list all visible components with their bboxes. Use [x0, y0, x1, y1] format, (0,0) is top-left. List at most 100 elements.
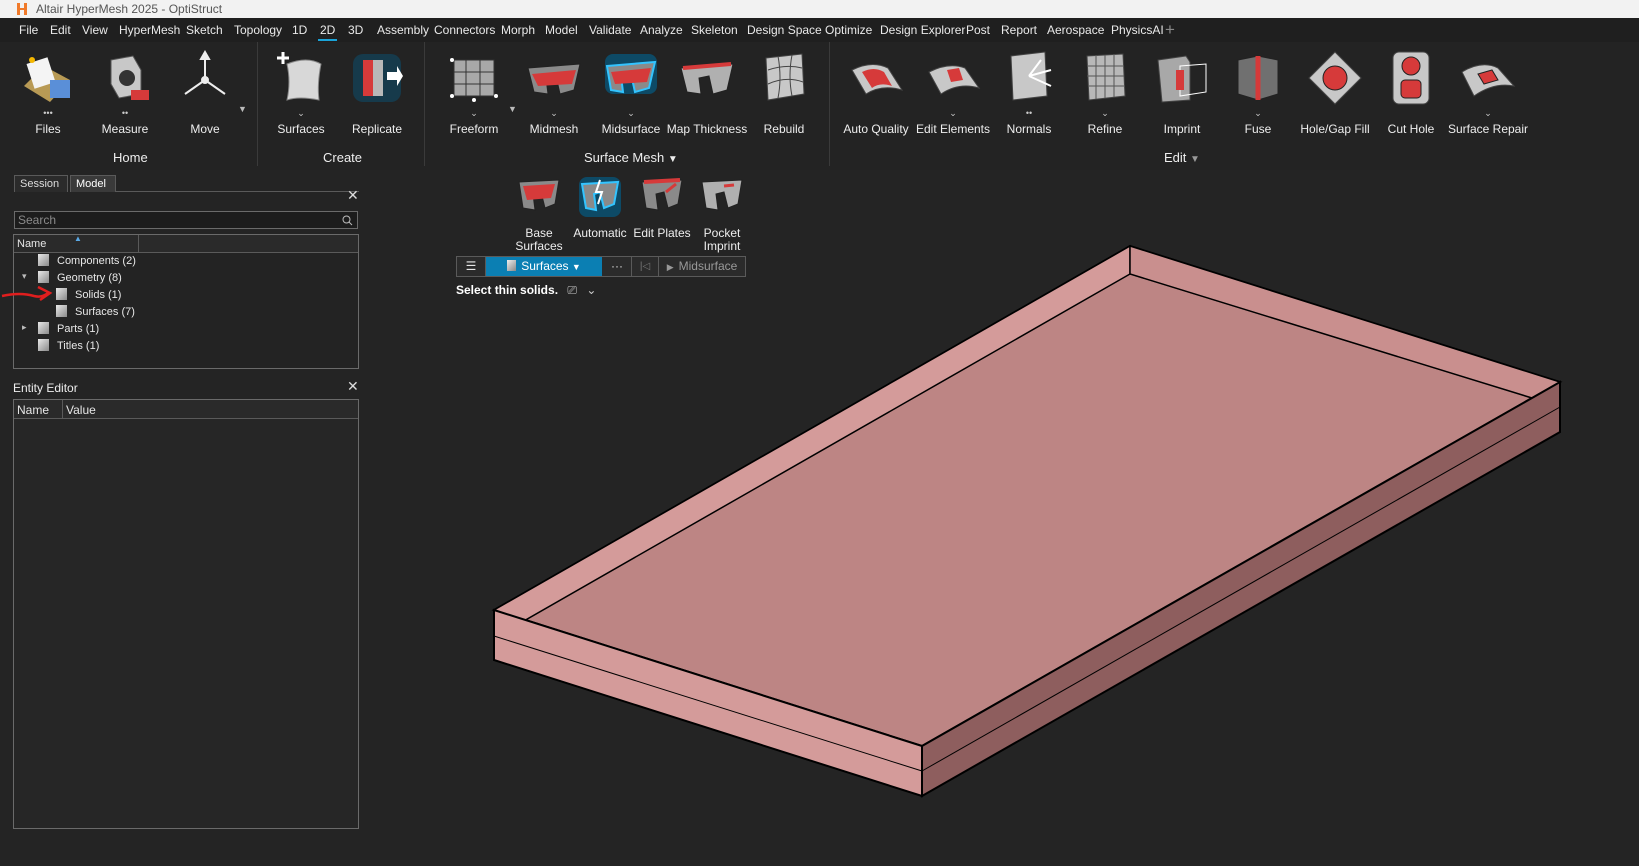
menu-3d[interactable]: 3D	[348, 23, 363, 37]
tree-header: Name ▲	[14, 234, 358, 253]
automatic-icon	[579, 177, 621, 217]
rebuild-tool[interactable]: Rebuild	[746, 42, 822, 136]
auto-quality-tool[interactable]: Auto Quality	[838, 42, 914, 136]
tree-row-label: Titles (1)	[57, 340, 100, 352]
freeform-tool[interactable]: ⌄ Freeform	[436, 42, 512, 136]
part-icon	[38, 322, 49, 334]
search-box	[14, 211, 358, 229]
menu-analyze[interactable]: Analyze	[640, 23, 683, 37]
fuse-tool[interactable]: ⌄ Fuse	[1220, 42, 1296, 136]
column-value[interactable]: Value	[66, 403, 96, 417]
rebuild-label: Rebuild	[763, 122, 805, 136]
move-tool[interactable]: Move	[167, 42, 243, 136]
tree-row-components[interactable]: Components (2)	[38, 254, 136, 270]
search-icon[interactable]	[342, 215, 353, 226]
tree-row-label: Surfaces (7)	[75, 306, 135, 318]
home-dropdown-icon[interactable]: ▼	[238, 104, 247, 114]
menu-physicsai[interactable]: PhysicsAI	[1111, 23, 1164, 37]
files-tool[interactable]: ••• Files	[10, 42, 86, 136]
collapsed-icon[interactable]: ▸	[22, 322, 27, 333]
menu-post[interactable]: Post	[966, 23, 990, 37]
replicate-label: Replicate	[351, 122, 403, 136]
menu-report[interactable]: Report	[1001, 23, 1037, 37]
menu-design-space[interactable]: Design Space	[747, 23, 822, 37]
altair-logo-icon	[17, 3, 27, 15]
search-input[interactable]	[15, 212, 321, 228]
chevron-down-icon: ⌄	[1484, 108, 1492, 118]
ribbon: ••• Files •• Measure Move ▼ Home ⌄ Surfa…	[0, 42, 1639, 170]
replicate-icon	[353, 54, 403, 102]
midmesh-tool[interactable]: ⌄ Midmesh	[516, 42, 592, 136]
thin-solid-model[interactable]	[491, 244, 1563, 798]
menu-sketch[interactable]: Sketch	[186, 23, 223, 37]
surface-repair-tool[interactable]: ⌄ Surface Repair	[1448, 42, 1528, 136]
hole-gap-fill-tool[interactable]: Hole/Gap Fill	[1297, 42, 1373, 136]
menu-skeleton[interactable]: Skeleton	[691, 23, 738, 37]
add-tab-icon[interactable]: +	[1165, 20, 1175, 40]
replicate-tool[interactable]: Replicate	[339, 42, 415, 136]
cut-hole-tool[interactable]: Cut Hole	[1373, 42, 1449, 136]
tree-row-titles[interactable]: Titles (1)	[38, 339, 99, 355]
group-edit[interactable]: Edit ▼	[1164, 150, 1200, 165]
menu-aerospace[interactable]: Aerospace	[1047, 23, 1104, 37]
more-dots-icon: •••	[43, 108, 53, 118]
column-name[interactable]: Name	[17, 403, 49, 417]
ribbon-separator	[829, 42, 830, 166]
menu-model[interactable]: Model	[545, 23, 578, 37]
menu-edit[interactable]: Edit	[50, 23, 71, 37]
tree-row-surfaces[interactable]: Surfaces (7)	[56, 305, 135, 321]
menu-topology[interactable]: Topology	[234, 23, 282, 37]
tab-session[interactable]: Session	[14, 175, 68, 192]
entity-editor-table: Name Value	[13, 399, 359, 829]
menu-design-explorer[interactable]: Design Explorer	[880, 23, 965, 37]
surfaces-tool[interactable]: ⌄ Surfaces	[263, 42, 339, 136]
column-name[interactable]: Name	[17, 238, 46, 250]
map-thickness-tool[interactable]: Map Thickness	[667, 42, 747, 136]
close-icon[interactable]: ✕	[347, 187, 359, 204]
measure-tool[interactable]: •• Measure	[87, 42, 163, 136]
imprint-icon	[1157, 55, 1207, 103]
edit-elements-tool[interactable]: ⌄ Edit Elements	[915, 42, 991, 136]
tree-row-parts[interactable]: ▸ Parts (1)	[22, 322, 99, 338]
tree-row-solids[interactable]: Solids (1)	[56, 288, 121, 304]
edit-elements-icon	[928, 65, 981, 95]
midsurface-tool[interactable]: ⌄ Midsurface	[593, 42, 669, 136]
entity-header: Name Value	[14, 400, 358, 419]
normals-icon	[1010, 51, 1052, 101]
menu-validate[interactable]: Validate	[589, 23, 631, 37]
chevron-down-icon: ⌄	[550, 108, 558, 118]
normals-tool[interactable]: •• Normals	[991, 42, 1067, 136]
chevron-down-icon: ⌄	[1101, 108, 1109, 118]
menu-view[interactable]: View	[82, 23, 108, 37]
menu-1d[interactable]: 1D	[292, 23, 307, 37]
chevron-down-icon: ⌄	[949, 108, 957, 118]
surface-repair-label: Surface Repair	[1447, 122, 1529, 136]
chevron-down-icon: ⌄	[470, 108, 478, 118]
tab-model[interactable]: Model	[70, 175, 116, 192]
close-icon[interactable]: ✕	[347, 378, 359, 395]
menu-optimize[interactable]: Optimize	[825, 23, 872, 37]
column-divider	[138, 235, 139, 252]
tree-row-label: Solids (1)	[75, 289, 122, 301]
menu-assembly[interactable]: Assembly	[377, 23, 429, 37]
freeform-icon	[450, 58, 498, 102]
group-surface-mesh[interactable]: Surface Mesh ▼	[584, 150, 678, 165]
sort-asc-icon: ▲	[74, 234, 82, 243]
move-icon	[184, 49, 226, 95]
menu-bar: File Edit View HyperMesh Sketch Topology…	[0, 18, 1639, 42]
ribbon-separator	[257, 42, 258, 166]
imprint-tool[interactable]: Imprint	[1144, 42, 1220, 136]
more-dots-icon: ••	[1025, 108, 1033, 118]
base-surfaces-icon	[518, 179, 560, 211]
refine-tool[interactable]: ⌄ Refine	[1067, 42, 1143, 136]
surfaces-icon	[277, 52, 322, 101]
menu-hypermesh[interactable]: HyperMesh	[119, 23, 180, 37]
menu-connectors[interactable]: Connectors	[434, 23, 495, 37]
menu-file[interactable]: File	[19, 23, 38, 37]
graphics-viewport[interactable]	[360, 230, 1639, 866]
menu-morph[interactable]: Morph	[501, 23, 535, 37]
geometry-icon	[38, 271, 49, 283]
menu-2d[interactable]: 2D	[317, 23, 338, 41]
expanded-icon[interactable]: ▾	[22, 271, 27, 282]
midsurface-icon	[605, 54, 657, 94]
